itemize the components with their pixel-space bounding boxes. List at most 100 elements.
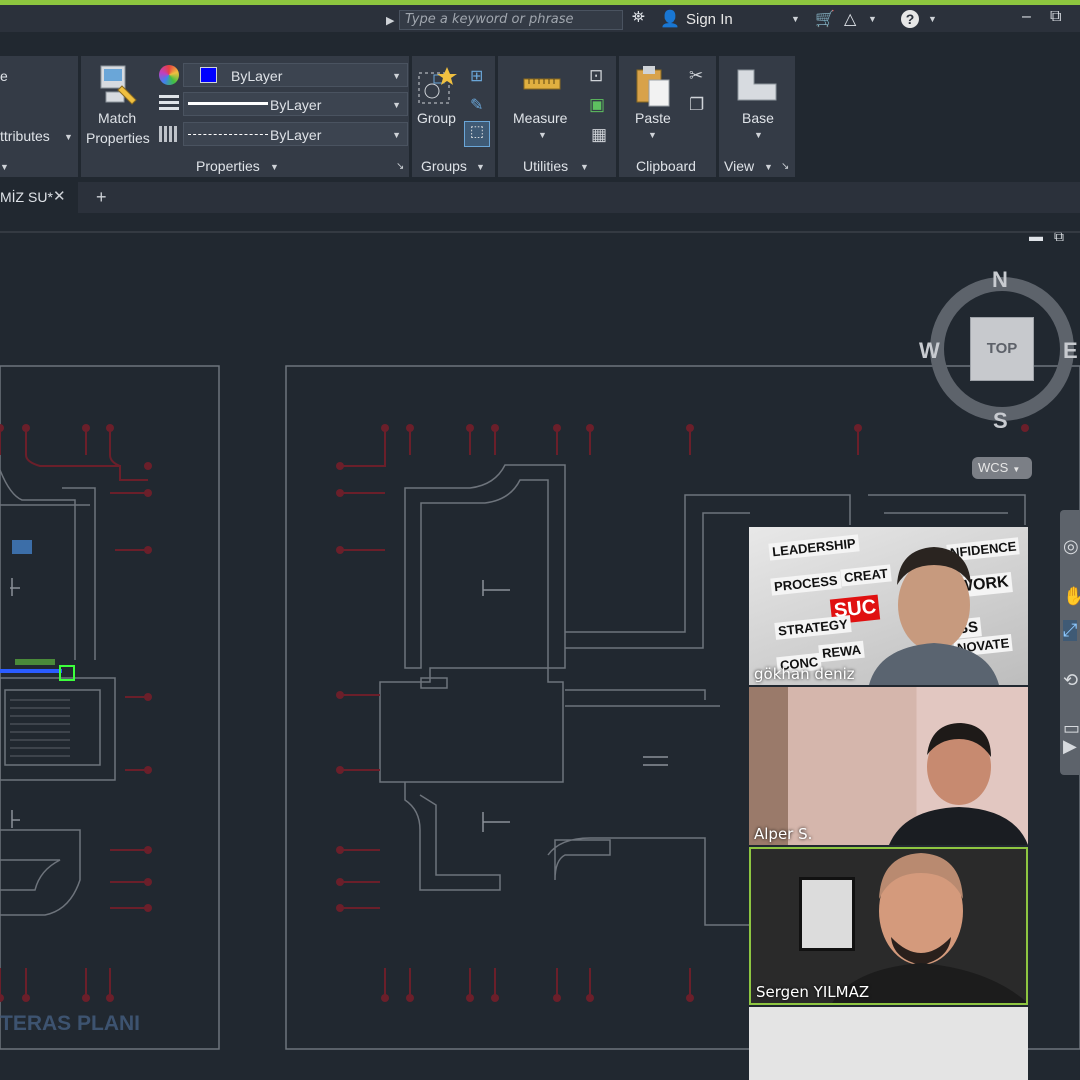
attributes-label[interactable]: ttributes [0,128,50,144]
view-panel-title[interactable]: View [724,158,754,174]
dropdown-caret-icon: ▼ [392,71,401,81]
participant-name: Sergen YILMAZ [756,983,870,1001]
measure-icon[interactable] [523,76,561,92]
panel-separator [716,56,719,177]
search-input[interactable]: Type a keyword or phrase [399,10,623,30]
video-tile[interactable]: Alper S. [749,687,1028,845]
groups-caret-icon[interactable]: ▼ [476,162,485,172]
group-icon[interactable] [416,65,458,107]
base-view-icon[interactable] [736,68,778,102]
match-properties-icon[interactable] [100,64,140,108]
restore-icon[interactable]: ⧉ [1050,8,1061,26]
color-value: ByLayer [231,68,283,84]
utilities-panel-title[interactable]: Utilities [523,158,568,174]
utilities-caret-icon[interactable]: ▼ [580,162,589,172]
color-wheel-icon [159,65,179,85]
paste-label[interactable]: Paste [635,110,671,126]
viewcube-top-face[interactable]: TOP [970,317,1034,381]
wcs-menu[interactable]: WCS ▼ [972,457,1032,479]
minimize-icon[interactable]: – [1022,8,1031,26]
participant-silhouette [889,723,1028,845]
participant-name: gökhan deniz [754,665,855,683]
base-label[interactable]: Base [742,110,774,126]
sign-in-caret-icon[interactable]: ▼ [791,14,800,24]
help-caret-icon[interactable]: ▼ [928,14,937,24]
color-swatch [200,67,217,83]
linetype-icon [159,126,179,142]
panel-separator [616,56,619,177]
quick-select-icon[interactable]: ⊡ [589,66,603,86]
navigation-bar: ◎ ✋ ⤢ ⟲ ▭ ▶ [1060,510,1080,775]
match-properties-label-1[interactable]: Match [98,110,136,126]
video-tile[interactable] [749,1007,1028,1080]
participant-silhouette [832,853,1026,1003]
copy-icon[interactable]: ❐ [689,95,704,115]
partial-panel-label: e [0,68,8,84]
properties-panel-title[interactable]: Properties [196,158,260,174]
title-bar: ▶ Type a keyword or phrase ⛯ 👤 Sign In ▼… [0,5,1080,32]
panel-separator [78,56,81,177]
help-icon[interactable]: ? [901,10,919,28]
clipboard-panel-title[interactable]: Clipboard [636,158,696,174]
calculator-icon[interactable]: ▦ [591,125,607,145]
sign-in-button[interactable]: Sign In [686,11,733,28]
lineweight-value: ByLayer [270,97,322,113]
color-dropdown[interactable]: ByLayer ▼ [183,63,408,87]
panel-separator [409,56,412,177]
orbit-icon[interactable]: ⟲ [1063,670,1078,691]
cart-icon[interactable]: 🛒 [815,9,835,29]
zoom-extents-icon[interactable]: ⤢ [1063,620,1078,641]
view-caret-icon[interactable]: ▼ [764,162,773,172]
lineweight-dropdown[interactable]: ByLayer ▼ [183,92,408,116]
cut-icon[interactable]: ✂ [689,66,703,86]
select-all-icon[interactable]: ▣ [589,95,605,115]
partial-panel-caret-icon[interactable]: ▼ [0,162,9,172]
paste-caret-icon[interactable]: ▼ [648,130,657,140]
pan-hand-icon[interactable]: ✋ [1063,586,1080,607]
viewcube-top-label: TOP [986,340,1018,357]
viewcube-west[interactable]: W [919,338,940,364]
document-tab-bar [0,182,1080,213]
linetype-dropdown[interactable]: ByLayer ▼ [183,122,408,146]
lineweight-sample [188,102,268,105]
view-dialog-launcher-icon[interactable]: ↘ [781,161,789,172]
measure-label[interactable]: Measure [513,110,567,126]
attributes-caret-icon[interactable]: ▼ [64,132,73,142]
dialog-launcher-icon[interactable]: ↘ [396,161,404,172]
user-icon[interactable]: 👤 [660,9,680,29]
wcs-caret-icon: ▼ [1012,465,1021,474]
viewcube-south[interactable]: S [993,408,1008,434]
new-tab-button[interactable]: + [96,187,107,208]
video-tile-active-speaker[interactable]: Sergen YILMAZ [749,847,1028,1005]
drawing-title: TERAS PLANI [0,1012,141,1035]
participant-name: Alper S. [754,825,813,843]
play-icon[interactable]: ▶ [1063,736,1077,757]
group-label[interactable]: Group [417,110,456,126]
properties-caret-icon[interactable]: ▼ [270,162,279,172]
participant-silhouette [869,547,999,685]
lineweight-icon [159,95,179,113]
base-caret-icon[interactable]: ▼ [754,130,763,140]
network-icon[interactable]: △ [844,9,856,29]
document-tab[interactable]: MİZ SU* ✕ [0,182,78,213]
linetype-sample [188,134,268,136]
ungroup-icon[interactable]: ⊞ [470,66,483,86]
match-properties-label-2[interactable]: Properties [86,130,150,146]
network-caret-icon[interactable]: ▼ [868,14,877,24]
binoculars-icon[interactable]: ⛯ [632,9,645,27]
group-edit-icon[interactable]: ✎ [470,95,483,115]
dropdown-caret-icon: ▼ [392,130,401,140]
linetype-value: ByLayer [270,127,322,143]
document-tab-label: MİZ SU* [0,189,53,205]
search-expand-icon[interactable]: ▶ [386,14,394,27]
paste-icon[interactable] [635,64,671,108]
panel-separator [495,56,498,177]
steering-wheel-icon[interactable]: ◎ [1063,536,1079,557]
viewcube-east[interactable]: E [1063,338,1078,364]
viewcube-north[interactable]: N [992,267,1008,293]
groups-panel-title[interactable]: Groups [421,158,467,174]
video-tile[interactable]: LEADERSHIP PROCESS CREAT NFIDENCE WORK S… [749,527,1028,685]
close-icon[interactable]: ✕ [53,187,66,205]
measure-caret-icon[interactable]: ▼ [538,130,547,140]
group-selection-icon[interactable]: ⬚ [464,121,490,147]
